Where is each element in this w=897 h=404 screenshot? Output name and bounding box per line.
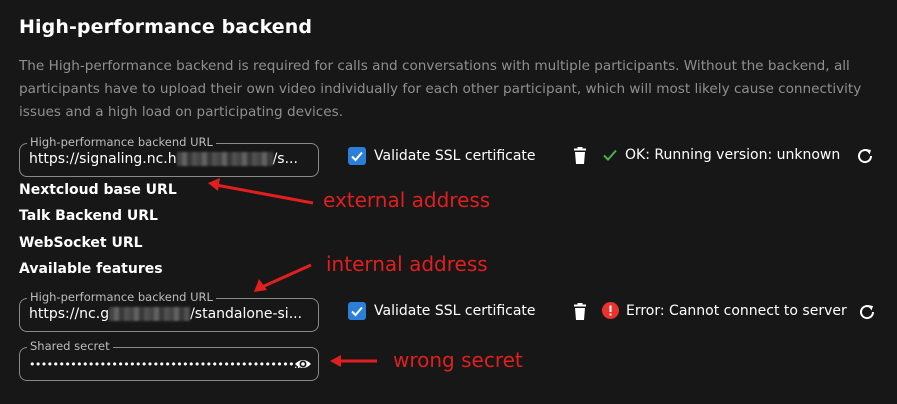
validate-ssl-row-1[interactable]: Validate SSL certificate	[348, 147, 536, 165]
error-icon	[602, 302, 619, 319]
toggle-visibility-button[interactable]	[294, 356, 312, 372]
section-description: The High-performance backend is required…	[19, 58, 862, 120]
backend-url-field-2[interactable]: High-performance backend URL https://nc.…	[19, 290, 319, 332]
redacted-blur	[109, 307, 191, 321]
check-icon	[351, 306, 363, 317]
redacted-blur	[176, 152, 273, 166]
arrow-icon	[330, 355, 377, 367]
arrow-icon	[254, 263, 312, 292]
ok-check-icon	[603, 149, 617, 161]
annotation-external: external address	[323, 188, 491, 212]
validate-ssl-checkbox-2[interactable]	[348, 302, 366, 320]
annotation-wrong-secret: wrong secret	[393, 348, 523, 372]
trash-icon	[574, 147, 586, 164]
delete-server-button-1[interactable]	[572, 147, 588, 165]
shared-secret-field[interactable]: Shared secret ••••••••••••••••••••••••••…	[19, 339, 319, 381]
server-status-text-1: OK: Running version: unknown	[625, 147, 841, 163]
nextcloud-base-url-label: Nextcloud base URL	[19, 182, 177, 198]
refresh-icon	[860, 305, 875, 320]
shared-secret-label: Shared secret	[27, 339, 113, 354]
backend-url-suffix-1: /s...	[272, 151, 298, 167]
delete-server-button-2[interactable]	[572, 303, 588, 321]
backend-url-suffix-2: /standalone-si...	[190, 306, 303, 322]
validate-ssl-row-2[interactable]: Validate SSL certificate	[348, 302, 536, 320]
shared-secret-value[interactable]: ••••••••••••••••••••••••••••••••••••••••…	[29, 358, 303, 371]
validate-ssl-checkbox-1[interactable]	[348, 147, 366, 165]
backend-url-prefix-1: https://signaling.nc.h	[29, 151, 177, 167]
validate-ssl-label-2: Validate SSL certificate	[374, 303, 536, 319]
backend-url-value-1[interactable]: https://signaling.nc.h/s...	[29, 151, 298, 167]
validate-ssl-label-1: Validate SSL certificate	[374, 148, 536, 164]
backend-url-value-2[interactable]: https://nc.g/standalone-si...	[29, 306, 302, 322]
available-features-label: Available features	[19, 261, 163, 277]
server-status-2: Error: Cannot connect to server	[602, 302, 847, 319]
server-status-1: OK: Running version: unknown	[602, 147, 840, 163]
eye-icon	[295, 360, 311, 368]
backend-url-label-2: High-performance backend URL	[27, 290, 216, 305]
talk-backend-url-label: Talk Backend URL	[19, 208, 158, 224]
annotation-internal: internal address	[326, 252, 488, 276]
arrow-icon	[208, 178, 314, 205]
server-status-text-2: Error: Cannot connect to server	[626, 302, 847, 319]
recheck-button-2[interactable]	[858, 303, 876, 321]
websocket-url-label: WebSocket URL	[19, 235, 143, 251]
backend-url-prefix-2: https://nc.g	[29, 306, 110, 322]
check-icon	[351, 151, 363, 162]
recheck-button-1[interactable]	[856, 147, 874, 165]
section-title: High-performance backend	[19, 16, 313, 38]
refresh-icon	[858, 149, 873, 164]
trash-icon	[574, 303, 586, 320]
backend-url-label-1: High-performance backend URL	[27, 135, 216, 150]
